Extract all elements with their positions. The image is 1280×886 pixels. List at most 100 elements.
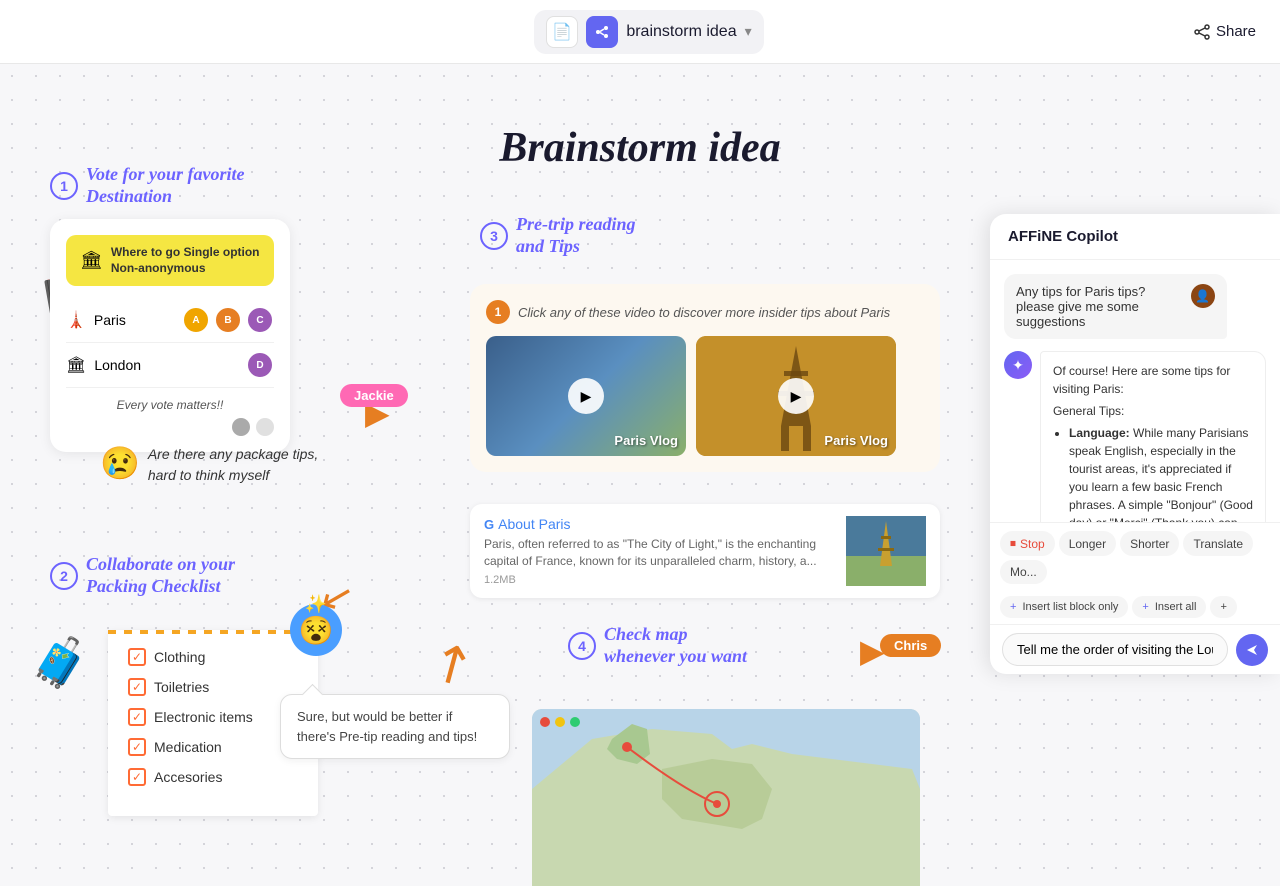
send-button[interactable] — [1236, 634, 1268, 666]
share-label: Share — [1216, 23, 1256, 40]
london-icon: 🏛 — [66, 355, 86, 375]
section3-num: 3 — [480, 222, 508, 250]
copilot-input-area — [990, 624, 1280, 674]
poll-header: 🏛 Where to go Single option Non-anonymou… — [66, 235, 274, 286]
translate-button[interactable]: Translate — [1183, 531, 1253, 556]
checkbox-medication[interactable] — [128, 738, 146, 756]
video-instruction: Click any of these video to discover mor… — [518, 305, 890, 320]
video-area: 1 Click any of these video to discover m… — [470, 284, 940, 484]
checkbox-electronics[interactable] — [128, 708, 146, 726]
city-name-paris: Paris — [94, 312, 126, 328]
page-title: Brainstorm idea — [499, 124, 780, 172]
video-label-1: Paris Vlog — [614, 433, 678, 448]
insert-list-button[interactable]: + Insert list block only — [1000, 596, 1128, 618]
map-container[interactable] — [532, 709, 920, 886]
section4-header: 4 Check map whenever you want — [568, 624, 747, 667]
checkbox-accessories[interactable] — [128, 768, 146, 786]
ai-message: ✦ Of course! Here are some tips for visi… — [1004, 351, 1266, 522]
about-paris-card: G About Paris Paris, often referred to a… — [470, 504, 940, 598]
video-thumb-2[interactable]: ▶ Paris Vlog — [696, 336, 896, 456]
check-toiletries: Toiletries — [128, 678, 298, 696]
london-avatars: D — [246, 351, 274, 379]
play-button-2[interactable]: ▶ — [778, 378, 814, 414]
section4-label: Check map whenever you want — [604, 624, 747, 667]
video-card: 1 Click any of these video to discover m… — [470, 284, 940, 472]
vote-circles — [66, 418, 274, 436]
city-name-london: London — [94, 357, 141, 373]
section4-num: 4 — [568, 632, 596, 660]
map-dot-red — [540, 717, 550, 727]
poll-city-london: 🏛 London — [66, 355, 141, 375]
map-svg — [532, 709, 920, 886]
stop-icon: ⏹ — [1010, 536, 1016, 551]
ai-tip-1: Language: While many Parisians speak Eng… — [1069, 424, 1253, 522]
about-card-image — [846, 516, 926, 586]
map-dot-yellow — [555, 717, 565, 727]
more-actions-button[interactable]: + — [1210, 596, 1236, 618]
jackie-badge: Jackie — [340, 384, 408, 407]
shorter-button[interactable]: Shorter — [1120, 531, 1179, 556]
avatar-4: D — [246, 351, 274, 379]
dizzy-character: 😵 ✨ — [290, 604, 342, 656]
copilot-input[interactable] — [1002, 633, 1228, 666]
app-header: 📄 brainstorm idea ▾ Share — [0, 0, 1280, 64]
header-title: brainstorm idea — [626, 23, 736, 41]
longer-button[interactable]: Longer — [1059, 531, 1116, 556]
share-button[interactable]: Share — [1194, 23, 1256, 40]
check-medication: Medication — [128, 738, 298, 756]
ai-message-text: Of course! Here are some tips for visiti… — [1040, 351, 1266, 522]
avatar-2: B — [214, 306, 242, 334]
video-card-header: 1 Click any of these video to discover m… — [486, 300, 924, 324]
copilot-actions: ⏹ Stop Longer Shorter Translate Mo... — [990, 522, 1280, 592]
avatar-3: C — [246, 306, 274, 334]
ai-header: Of course! Here are some tips for visiti… — [1053, 362, 1253, 398]
stop-button[interactable]: ⏹ Stop — [1000, 531, 1055, 556]
canvas: Brainstorm idea 📕 1 Vote for your favori… — [0, 64, 1280, 886]
section2-header: 2 Collaborate on your Packing Checklist — [50, 554, 235, 597]
plus-icon-2: + — [1142, 601, 1148, 613]
vote-note: Every vote matters!! — [66, 398, 274, 412]
poll-row-paris: 🗼 Paris A B C — [66, 298, 274, 343]
poll-header-icon: 🏛 — [80, 250, 103, 271]
avatar-1: A — [182, 306, 210, 334]
checkbox-toiletries[interactable] — [128, 678, 146, 696]
ai-general-label: General Tips: — [1053, 402, 1253, 420]
poll-row-london: 🏛 London D — [66, 343, 274, 388]
section2-num: 2 — [50, 562, 78, 590]
more-button[interactable]: Mo... — [1000, 560, 1047, 584]
send-icon — [1245, 643, 1259, 657]
copilot-panel: AFFiNE Copilot Any tips for Paris tips? … — [990, 214, 1280, 674]
video-thumb-1[interactable]: ▶ Paris Vlog — [486, 336, 686, 456]
eiffel-icon: 🗼 — [66, 310, 86, 330]
section1-vote: 1 Vote for your favorite Destination 🏛 W… — [50, 164, 290, 452]
section1-label: Vote for your favorite Destination — [86, 164, 244, 207]
play-button-1[interactable]: ▶ — [568, 378, 604, 414]
suggestion-text: Sure, but would be better if there's Pre… — [297, 707, 493, 746]
arrow-up-decoration: ↗ — [418, 627, 486, 701]
section2-packing: 2 Collaborate on your Packing Checklist — [50, 554, 235, 609]
copilot-header: AFFiNE Copilot — [990, 214, 1280, 260]
suitcase-decoration: 🧳 — [30, 634, 90, 691]
section3-label: Pre-trip reading and Tips — [516, 214, 636, 257]
section4-map: 4 Check map whenever you want — [568, 624, 747, 679]
checkbox-clothing[interactable] — [128, 648, 146, 666]
header-center: 📄 brainstorm idea ▾ — [534, 10, 763, 54]
video-step-num: 1 — [486, 300, 510, 324]
about-card-content: G About Paris Paris, often referred to a… — [484, 516, 834, 586]
vote-circle-2 — [256, 418, 274, 436]
collab-icon[interactable] — [586, 16, 618, 48]
poll-widget: 🏛 Where to go Single option Non-anonymou… — [50, 219, 290, 452]
chevron-down-icon[interactable]: ▾ — [745, 23, 752, 40]
section3-pretrip: 3 Pre-trip reading and Tips — [480, 214, 636, 269]
copilot-actions-2: + Insert list block only + Insert all + — [990, 592, 1280, 624]
insert-all-button[interactable]: + Insert all — [1132, 596, 1206, 618]
doc-icon[interactable]: 📄 — [546, 16, 578, 48]
plus-icon-1: + — [1010, 601, 1016, 613]
comment-emoji: 😢 — [100, 444, 140, 482]
section3-header: 3 Pre-trip reading and Tips — [480, 214, 636, 257]
check-clothing: Clothing — [128, 648, 298, 666]
paris-image-svg — [846, 516, 926, 586]
poll-header-text: Where to go Single option Non-anonymous — [111, 245, 260, 276]
video-thumbnails: ▶ Paris Vlog ▶ Paris Vlog — [486, 336, 924, 456]
map-window-controls — [540, 717, 580, 727]
